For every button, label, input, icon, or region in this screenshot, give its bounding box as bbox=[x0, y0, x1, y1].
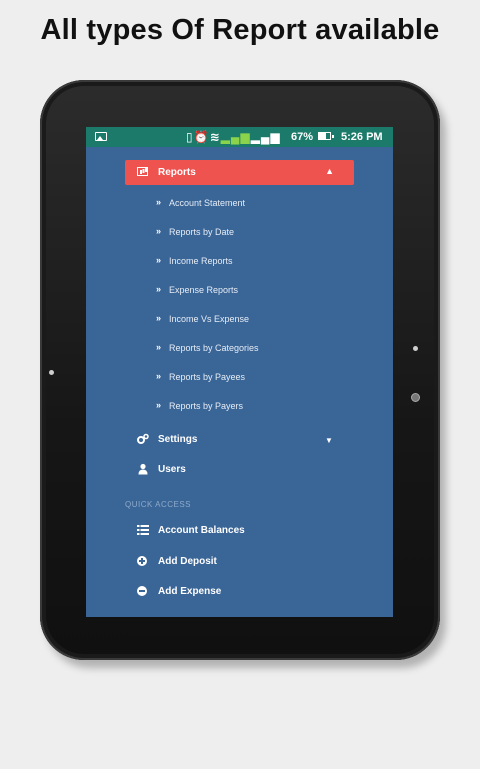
report-item-label: Reports by Categories bbox=[169, 343, 259, 353]
vibrate-icon: ▯ bbox=[186, 130, 194, 144]
wifi-icon: ≋ bbox=[209, 130, 221, 144]
double-chevron-right-icon: » bbox=[156, 400, 162, 410]
add-expense-label: Add Expense bbox=[158, 586, 222, 597]
users-label: Users bbox=[158, 464, 186, 475]
plus-circle-icon bbox=[137, 556, 147, 566]
report-item-label: Reports by Date bbox=[169, 227, 235, 237]
list-icon bbox=[137, 525, 149, 535]
settings-label: Settings bbox=[158, 434, 198, 445]
user-icon bbox=[138, 463, 148, 475]
report-item-label: Income Reports bbox=[169, 256, 233, 266]
report-item-label: Income Vs Expense bbox=[169, 314, 250, 324]
app-screen: ▯⏰≋▂▄▆▂▄▆ 67% 5:26 PM Reports ▲ » Accoun… bbox=[86, 127, 393, 617]
tablet-side-dot bbox=[413, 346, 418, 351]
account-balances-label: Account Balances bbox=[158, 525, 245, 536]
bar-chart-icon bbox=[137, 167, 148, 176]
double-chevron-right-icon: » bbox=[156, 255, 162, 265]
chevron-down-icon[interactable]: ▼ bbox=[325, 436, 333, 445]
quick-access-heading: QUICK ACCESS bbox=[125, 500, 192, 509]
status-bar: ▯⏰≋▂▄▆▂▄▆ 67% 5:26 PM bbox=[86, 127, 393, 147]
reports-menu-header[interactable]: Reports ▲ bbox=[125, 160, 354, 185]
battery-percentage: 67% bbox=[291, 131, 314, 143]
gallery-icon bbox=[95, 132, 107, 141]
chevron-up-icon: ▲ bbox=[325, 166, 334, 176]
report-item-label: Reports by Payers bbox=[169, 401, 244, 411]
double-chevron-right-icon: » bbox=[156, 226, 162, 236]
alarm-icon: ⏰ bbox=[193, 130, 210, 144]
promo-headline: All types Of Report available bbox=[40, 14, 440, 46]
double-chevron-right-icon: » bbox=[156, 371, 162, 381]
double-chevron-right-icon: » bbox=[156, 313, 162, 323]
double-chevron-right-icon: » bbox=[156, 197, 162, 207]
signal-icon: ▂▄▆ bbox=[250, 130, 281, 144]
double-chevron-right-icon: » bbox=[156, 342, 162, 352]
tablet-camera bbox=[411, 393, 420, 402]
gears-icon bbox=[137, 433, 149, 444]
battery-icon bbox=[318, 132, 334, 140]
double-chevron-right-icon: » bbox=[156, 284, 162, 294]
report-item-label: Expense Reports bbox=[169, 285, 239, 295]
status-icons: ▯⏰≋▂▄▆▂▄▆ bbox=[186, 130, 281, 144]
reports-label: Reports bbox=[158, 167, 196, 178]
minus-circle-icon bbox=[137, 586, 147, 596]
add-deposit-label: Add Deposit bbox=[158, 556, 217, 567]
signal-icon: ▂▄▆ bbox=[220, 130, 251, 144]
tablet-side-dot bbox=[49, 370, 54, 375]
report-item-label: Account Statement bbox=[169, 198, 246, 208]
report-item-label: Reports by Payees bbox=[169, 372, 246, 382]
clock: 5:26 PM bbox=[341, 131, 383, 143]
